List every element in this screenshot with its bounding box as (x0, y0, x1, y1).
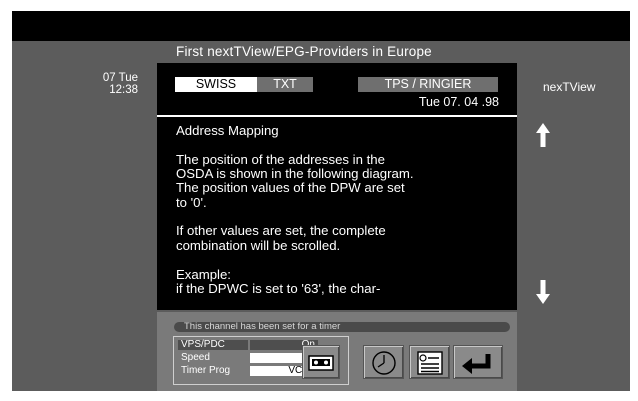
vcr-label: VPS/PDC (178, 340, 248, 350)
channel-tab-swiss[interactable]: SWISS (175, 77, 257, 92)
vcr-label: Speed (181, 352, 210, 363)
top-bar (12, 11, 630, 41)
vcr-row-vps[interactable]: VPS/PDC On (178, 340, 318, 350)
body-paragraph: Example: if the DPWC is set to '63', the… (176, 266, 381, 296)
teletext-panel: SWISS TXT TPS / RINGIER Tue 07. 04 .98 A… (157, 63, 517, 310)
provider-label: TPS / RINGIER (358, 77, 498, 92)
tv-screen: First nextTView/EPG-Providers in Europe … (12, 11, 630, 391)
cassette-icon (308, 355, 334, 371)
time-label: 12:38 (109, 84, 138, 96)
list-button[interactable] (409, 345, 450, 379)
date-label: 07 Tue (102, 72, 138, 84)
date-time: 07 Tue 12:38 (76, 72, 138, 96)
return-icon (462, 354, 491, 374)
vcr-label: Timer Prog (181, 365, 231, 376)
header-divider (157, 115, 517, 117)
vcr-row-speed[interactable]: Speed SP (178, 353, 318, 363)
arrow-up-icon[interactable] (536, 123, 550, 147)
teletext-body: Address Mapping The position of the addr… (176, 123, 506, 311)
vcr-settings: VPS/PDC On Speed SP Timer Prog VCR1 (173, 336, 349, 385)
body-paragraph: If other values are set, the complete co… (176, 223, 386, 253)
body-paragraph: The position of the addresses in the OSD… (176, 151, 414, 210)
timer-button[interactable] (363, 345, 404, 379)
mode-tab-txt[interactable]: TXT (257, 77, 313, 92)
page-date: Tue 07. 04 .98 (418, 95, 499, 109)
page-title: First nextTView/EPG-Providers in Europe (176, 44, 432, 59)
return-button[interactable] (453, 345, 503, 379)
record-button[interactable] (302, 345, 340, 379)
status-message: This channel has been set for a timer (174, 322, 510, 332)
brand-label: nexTView (543, 80, 596, 94)
arrow-down-icon[interactable] (536, 280, 550, 304)
body-heading: Address Mapping (176, 123, 279, 138)
control-bar: This channel has been set for a timer VP… (157, 312, 517, 391)
clock-icon (372, 351, 396, 375)
vcr-row-timer-prog[interactable]: Timer Prog VCR1 (178, 366, 318, 376)
list-icon (417, 351, 443, 375)
